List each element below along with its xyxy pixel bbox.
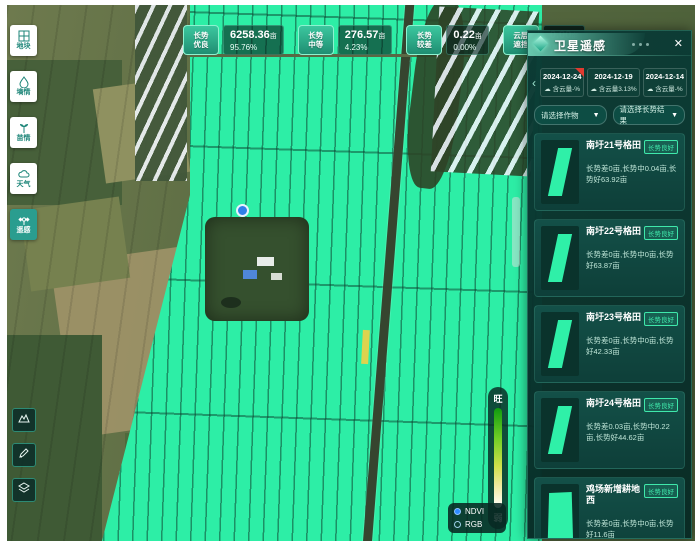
weather-cloud-icon	[18, 168, 30, 180]
header-dots	[632, 43, 649, 46]
date-card-3[interactable]: 2024-12-14 ☁ 含云量-%	[643, 68, 687, 97]
radio-unselected-icon	[454, 521, 461, 528]
field-thumbnail	[541, 312, 579, 376]
layers-icon	[18, 481, 30, 499]
date-card-2[interactable]: 2024-12-19 ☁ 含云量3.13%	[587, 68, 639, 97]
field-description: 长势差0亩,长势中0亩,长势好42.33亩	[586, 335, 678, 357]
layer-option-ndvi[interactable]: NDVI	[454, 507, 500, 516]
cloud-icon: ☁	[544, 86, 551, 93]
field-list: 南圩21号格田 长势良好 长势差0亩,长势中0.04亩,长势好63.92亩 南圩…	[528, 133, 691, 539]
field-description: 长势差0亩,长势中0.04亩,长势好63.92亩	[586, 163, 678, 185]
chevron-left-icon[interactable]: ‹	[531, 77, 537, 89]
growth-result-select[interactable]: 请选择长势结果 ▼	[613, 105, 686, 125]
pencil-icon	[18, 446, 30, 464]
sidebar: 地块 墒情 苗情 天气 遥感	[10, 25, 37, 240]
stat-group: 长势较差 0.22亩 0.00%	[406, 25, 488, 55]
cloud-icon: ☁	[647, 86, 654, 93]
terrain-tool-button[interactable]	[12, 408, 36, 432]
growth-status-badge: 长势良好	[644, 140, 678, 154]
field-shape-icon	[548, 320, 572, 368]
field-thumbnail	[541, 484, 579, 539]
sidebar-item-label: 苗情	[17, 135, 31, 143]
layers-tool-button[interactable]	[12, 478, 36, 502]
filter-row: 请选择作物 ▼ 请选择长势结果 ▼	[528, 103, 691, 133]
field-card[interactable]: 南圩22号格田 长势良好 长势差0亩,长势中0亩,长势好63.87亩	[534, 219, 685, 297]
sidebar-item-remote-sensing[interactable]: 遥感	[10, 209, 37, 240]
date-card-1[interactable]: 2024-12-24 ☁ 含云量-%	[540, 68, 584, 97]
field-shape-icon	[548, 406, 572, 454]
field-thumbnail	[541, 140, 579, 204]
field-shape-icon	[547, 492, 573, 539]
map-location-marker[interactable]	[236, 204, 249, 217]
date-selector: ‹ 2024-12-24 ☁ 含云量-% 2024-12-19 ☁ 含云量3.1…	[528, 61, 691, 103]
map-road-label	[512, 197, 520, 267]
growth-status-badge: 长势良好	[644, 398, 678, 412]
sidebar-item-label: 墒情	[17, 89, 31, 97]
stat-badge-poor: 长势较差	[406, 25, 442, 55]
stat-value: 276.57亩 4.23%	[338, 25, 393, 55]
terrain-icon	[18, 411, 30, 429]
stat-badge-excellent: 长势优良	[183, 25, 219, 55]
droplet-icon	[18, 76, 30, 88]
field-shape-icon	[548, 148, 572, 196]
caret-down-icon: ▼	[593, 112, 600, 119]
satellite-map[interactable]: 地块 墒情 苗情 天气 遥感 长势优良 6258.36亩 95.76	[7, 5, 695, 541]
field-card[interactable]: 南圩21号格田 长势良好 长势差0亩,长势中0.04亩,长势好63.92亩	[534, 133, 685, 211]
growth-stats-bar: 长势优良 6258.36亩 95.76% 长势中等 276.57亩 4.23% …	[183, 25, 585, 55]
map-building	[243, 270, 257, 279]
stat-value: 0.22亩 0.00%	[446, 25, 488, 55]
field-description: 长势差0亩,长势中0亩,长势好11.6亩	[586, 518, 678, 539]
chevron-right-icon[interactable]: ›	[690, 77, 692, 89]
sidebar-item-seedling[interactable]: 苗情	[10, 117, 37, 148]
field-description: 长势差0.03亩,长势中0.22亩,长势好44.62亩	[586, 421, 678, 443]
stat-group: 长势中等 276.57亩 4.23%	[298, 25, 393, 55]
sidebar-item-weather[interactable]: 天气	[10, 163, 37, 194]
legend-top-label: 旺	[493, 392, 502, 405]
field-card[interactable]: 南圩24号格田 长势良好 长势差0.03亩,长势中0.22亩,长势好44.62亩	[534, 391, 685, 469]
stat-group: 长势优良 6258.36亩 95.76%	[183, 25, 284, 55]
map-building	[271, 273, 282, 280]
field-shape-icon	[548, 234, 572, 282]
field-thumbnail	[541, 226, 579, 290]
new-tag-icon	[575, 68, 584, 77]
field-card[interactable]: 鸡场新增耕地西 长势良好 长势差0亩,长势中0亩,长势好11.6亩	[534, 477, 685, 539]
layer-option-label: RGB	[465, 520, 482, 529]
draw-tool-button[interactable]	[12, 443, 36, 467]
sidebar-item-soil-moisture[interactable]: 墒情	[10, 71, 37, 102]
plots-icon	[18, 30, 30, 42]
growth-status-badge: 长势良好	[644, 484, 678, 498]
sidebar-item-plots[interactable]: 地块	[10, 25, 37, 56]
crop-select[interactable]: 请选择作物 ▼	[534, 105, 607, 125]
satellite-remote-sensing-panel: 卫星遥感 ✕ ‹ 2024-12-24 ☁ 含云量-% 2024-12-19 ☁…	[527, 30, 692, 539]
map-pond	[221, 297, 241, 308]
stat-badge-medium: 长势中等	[298, 25, 334, 55]
sidebar-item-label: 遥感	[17, 227, 31, 235]
map-building	[257, 257, 274, 266]
growth-status-badge: 长势良好	[644, 226, 678, 240]
seedling-icon	[18, 122, 30, 134]
radio-selected-icon	[454, 508, 461, 515]
sidebar-item-label: 天气	[17, 181, 31, 189]
field-card[interactable]: 南圩23号格田 长势良好 长势差0亩,长势中0亩,长势好42.33亩	[534, 305, 685, 383]
map-greenhouses	[135, 5, 187, 181]
map-village	[205, 217, 309, 321]
stat-value: 6258.36亩 95.76%	[223, 25, 284, 55]
caret-down-icon: ▼	[671, 112, 678, 119]
layer-option-rgb[interactable]: RGB	[454, 520, 500, 529]
panel-header: 卫星遥感 ✕	[528, 31, 691, 61]
layer-switch: NDVI RGB	[448, 503, 506, 533]
map-toolbar	[12, 408, 36, 502]
layer-option-label: NDVI	[465, 507, 484, 516]
header-divider	[528, 55, 691, 56]
panel-title: 卫星遥感	[554, 37, 606, 54]
growth-status-badge: 长势良好	[644, 312, 678, 326]
satellite-icon	[18, 214, 30, 226]
field-description: 长势差0亩,长势中0亩,长势好63.87亩	[586, 249, 678, 271]
cloud-icon: ☁	[590, 86, 597, 93]
close-icon[interactable]: ✕	[674, 37, 683, 50]
field-thumbnail	[541, 398, 579, 462]
sidebar-item-label: 地块	[17, 43, 31, 51]
legend-gradient-bar	[494, 408, 502, 508]
